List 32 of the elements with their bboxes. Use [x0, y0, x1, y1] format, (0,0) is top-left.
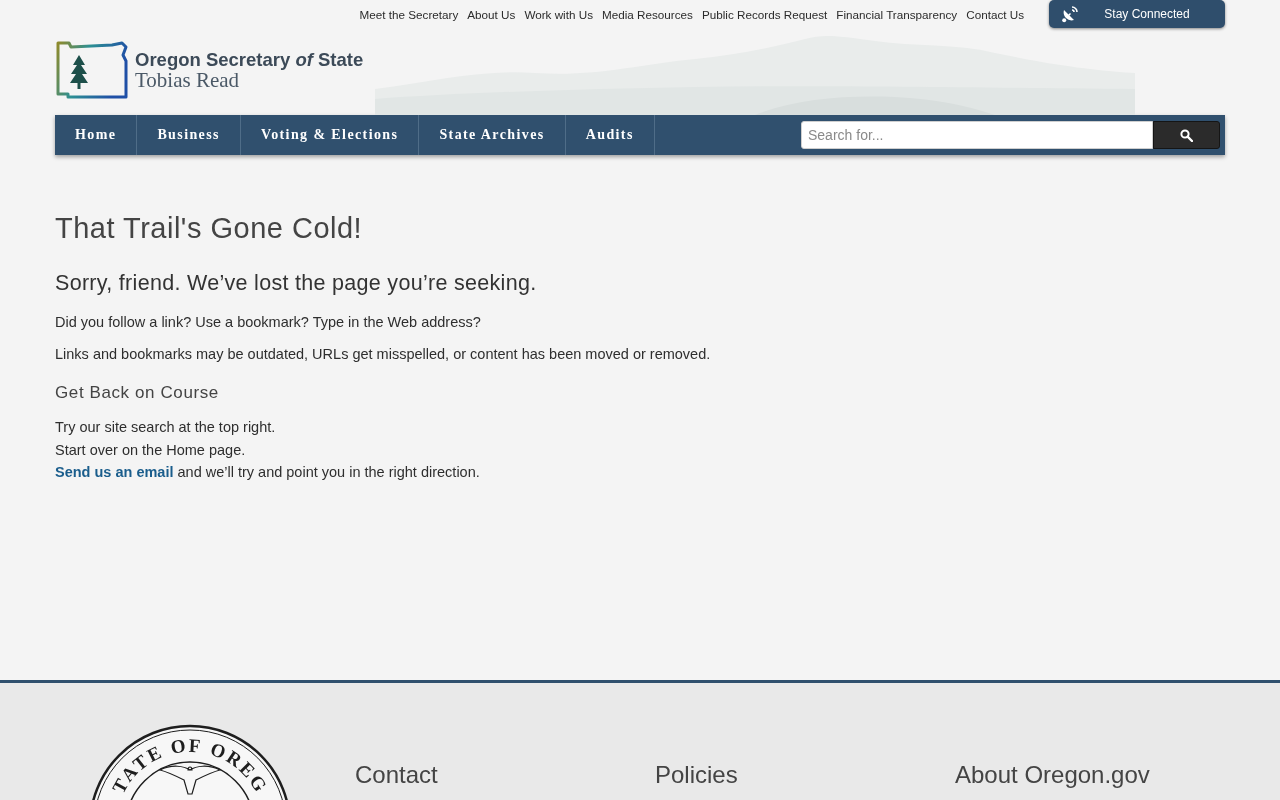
nav-link[interactable]: Business: [137, 115, 241, 155]
search-icon: [1180, 128, 1193, 142]
utility-link[interactable]: Media Resources: [602, 8, 693, 22]
utility-link[interactable]: Work with Us: [524, 8, 593, 22]
utility-link[interactable]: Financial Transparency: [836, 8, 958, 22]
nav-link[interactable]: Voting & Elections: [240, 115, 420, 155]
satellite-dish-icon: [1061, 5, 1079, 23]
body-text: Did you follow a link? Use a bookmark? Type in the Web address?: [55, 313, 481, 332]
stay-connected-button[interactable]: Stay Connected: [1049, 0, 1225, 28]
utility-link[interactable]: Public Records Request: [701, 8, 828, 22]
utility-link[interactable]: Contact Us: [966, 8, 1024, 22]
body-text: Send us an email and we’ll try and point you in the right direction.: [55, 463, 480, 482]
utility-link[interactable]: Meet the Secretary: [359, 8, 459, 22]
search-button[interactable]: [1153, 121, 1220, 149]
nav-link[interactable]: Audits: [565, 115, 655, 155]
body-text: Try our site search at the top right.: [55, 418, 276, 437]
state-outline-tree-icon[interactable]: [56, 41, 128, 99]
email-link[interactable]: Send us an email: [55, 464, 174, 480]
site-title[interactable]: Oregon Secretary of State: [135, 49, 364, 70]
nav-link[interactable]: Home: [55, 115, 138, 155]
footer-heading: Contact: [355, 760, 438, 789]
page-subtitle: Sorry, friend. We’ve lost the page you’re seeking.: [55, 270, 537, 297]
utility-link[interactable]: About Us: [467, 8, 516, 22]
footer-heading: About Oregon.gov: [955, 760, 1150, 789]
nav-link[interactable]: State Archives: [419, 115, 566, 155]
footer-heading: Policies: [655, 760, 738, 789]
section-heading: Get Back on Course: [55, 382, 219, 404]
body-text: Links and bookmarks may be outdated, URLs get misspelled, or content has been moved or removed.: [55, 345, 711, 364]
body-text: Start over on the Home page.: [55, 440, 246, 460]
page-title: That Trail's Gone Cold!: [55, 211, 363, 246]
secretary-name: Tobias Read: [135, 70, 240, 91]
search-field[interactable]: Search for...: [801, 121, 1153, 149]
